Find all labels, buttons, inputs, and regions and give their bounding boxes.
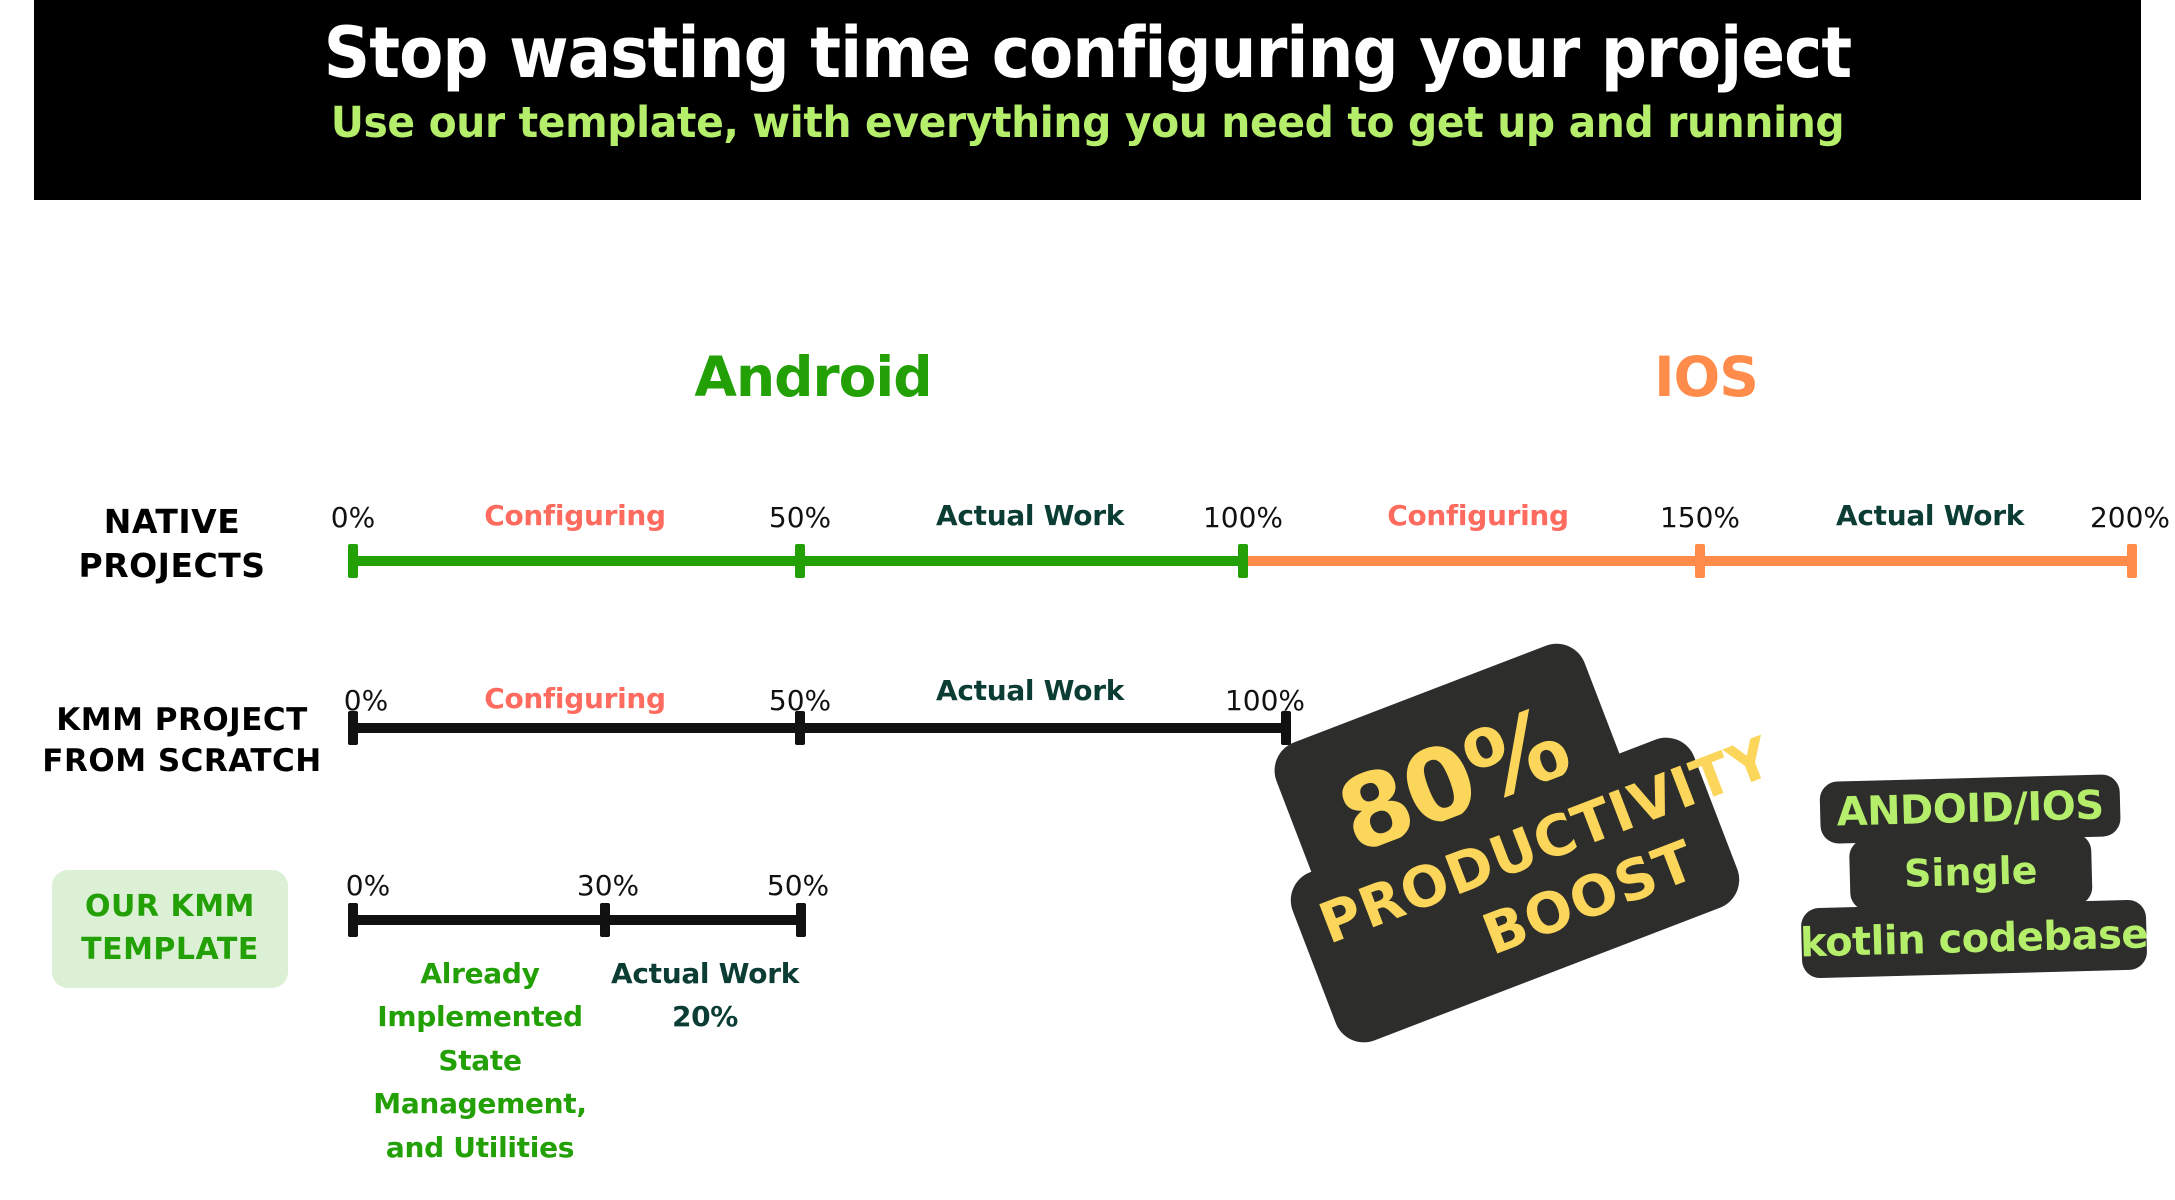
row2-tick-100 — [1281, 711, 1291, 745]
row3-tick-0 — [348, 903, 358, 937]
row1-tick-label-100: 100% — [1202, 501, 1284, 534]
row3-tick-label-0: 0% — [345, 869, 391, 902]
row2-bar — [353, 723, 1286, 733]
row3-segment-label-actual-work: Actual Work 20% — [610, 957, 800, 1034]
row1-tick-0 — [348, 544, 358, 578]
row1-tick-100 — [1238, 544, 1248, 578]
row2-tick-50 — [795, 711, 805, 745]
sticker-single-codebase: ANDOID/IOS Single kotlin codebase — [1797, 774, 2149, 988]
row1-tick-label-0: 0% — [330, 501, 376, 534]
row3-tick-50 — [796, 903, 806, 937]
row2-segment-label-actual-work: Actual Work — [935, 674, 1125, 707]
row1-tick-label-50: 50% — [768, 501, 832, 534]
page-title: Stop wasting time configuring your proje… — [323, 12, 1852, 94]
row1-tick-200 — [2127, 544, 2137, 578]
row-label-native-projects: NATIVE PROJECTS — [78, 502, 266, 585]
platform-heading-android: Android — [694, 345, 932, 409]
row2-segment-label-configuring: Configuring — [484, 682, 666, 715]
header-banner: Stop wasting time configuring your proje… — [34, 0, 2141, 200]
row1-segment-label-actual-work-ios: Actual Work — [1835, 499, 2025, 532]
row1-segment-label-actual-work-android: Actual Work — [935, 499, 1125, 532]
row3-bar — [353, 915, 801, 925]
row1-segment-label-configuring-ios: Configuring — [1387, 499, 1569, 532]
row1-segment-label-configuring-android: Configuring — [484, 499, 666, 532]
sticker-codebase-line-3: kotlin codebase — [1800, 899, 2149, 979]
sticker-codebase-line-2: Single — [1848, 832, 2093, 912]
row1-bar-ios — [1243, 556, 2137, 566]
page-subtitle: Use our template, with everything you ne… — [330, 98, 1845, 149]
row1-tick-label-200: 200% — [2089, 501, 2171, 534]
row3-tick-label-30: 30% — [576, 869, 640, 902]
row3-segment-label-already-implemented: Already Implemented State Management, an… — [373, 957, 587, 1164]
row-label-kmm-project-from-scratch: KMM PROJECT FROM SCRATCH — [42, 702, 322, 779]
row3-tick-30 — [600, 903, 610, 937]
row3-tick-label-50: 50% — [766, 869, 830, 902]
platform-heading-ios: IOS — [1654, 345, 1759, 409]
row1-tick-50 — [795, 544, 805, 578]
row2-tick-label-100: 100% — [1224, 684, 1306, 717]
row2-tick-0 — [348, 711, 358, 745]
row1-tick-label-150: 150% — [1659, 501, 1741, 534]
row1-tick-150 — [1695, 544, 1705, 578]
row-label-our-kmm-template: OUR KMM TEMPLATE — [52, 870, 288, 988]
row-label-our-kmm-template-text: OUR KMM TEMPLATE — [81, 889, 259, 967]
